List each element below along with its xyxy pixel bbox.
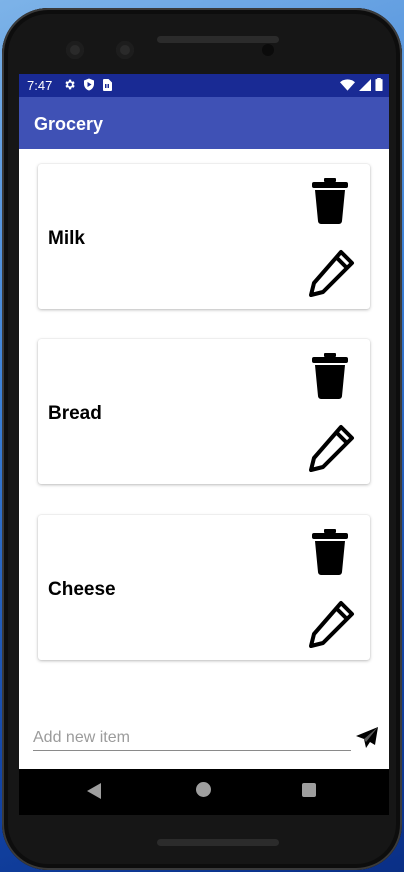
edit-button[interactable]	[308, 423, 358, 473]
play-protect-icon	[84, 78, 94, 91]
send-icon	[356, 727, 378, 748]
item-label: Cheese	[48, 579, 116, 600]
grocery-item-card: Milk	[38, 164, 370, 309]
grocery-item-card: Cheese	[38, 515, 370, 660]
status-time: 7:47	[27, 78, 53, 93]
app-screen: 7:47 Grocery Milk Bread Cheese Add new i…	[19, 74, 389, 815]
trash-icon	[312, 353, 348, 399]
earpiece-speaker	[157, 36, 279, 43]
wifi-icon	[340, 78, 355, 91]
settings-icon	[65, 79, 75, 90]
new-item-row	[33, 726, 379, 752]
home-icon[interactable]	[196, 782, 211, 797]
edit-button[interactable]	[308, 248, 358, 298]
proximity-sensor	[262, 44, 274, 56]
trash-icon	[312, 178, 348, 224]
signal-icon	[359, 78, 371, 91]
back-icon[interactable]	[87, 783, 101, 799]
sim-card-icon	[103, 78, 112, 91]
app-bar: Grocery	[19, 97, 389, 149]
front-camera-2	[116, 41, 134, 59]
pencil-icon	[309, 250, 354, 297]
status-icons-left	[63, 78, 112, 91]
app-title: Grocery	[34, 114, 104, 134]
recents-icon[interactable]	[302, 783, 316, 797]
edit-button[interactable]	[308, 599, 358, 649]
pencil-icon	[309, 425, 354, 472]
delete-button[interactable]	[310, 529, 350, 577]
delete-button[interactable]	[310, 353, 350, 401]
battery-icon	[375, 78, 383, 91]
item-label: Milk	[48, 228, 85, 249]
delete-button[interactable]	[310, 178, 350, 226]
item-label: Bread	[48, 403, 102, 424]
front-camera	[66, 41, 84, 59]
status-bar: 7:47	[19, 74, 389, 97]
bottom-speaker	[157, 839, 279, 846]
new-item-input[interactable]	[33, 726, 351, 751]
trash-icon	[312, 529, 348, 575]
grocery-item-card: Bread	[38, 339, 370, 484]
send-button[interactable]	[355, 726, 379, 750]
status-icons-right	[340, 78, 383, 91]
system-nav-bar	[19, 769, 389, 815]
pencil-icon	[309, 601, 354, 648]
